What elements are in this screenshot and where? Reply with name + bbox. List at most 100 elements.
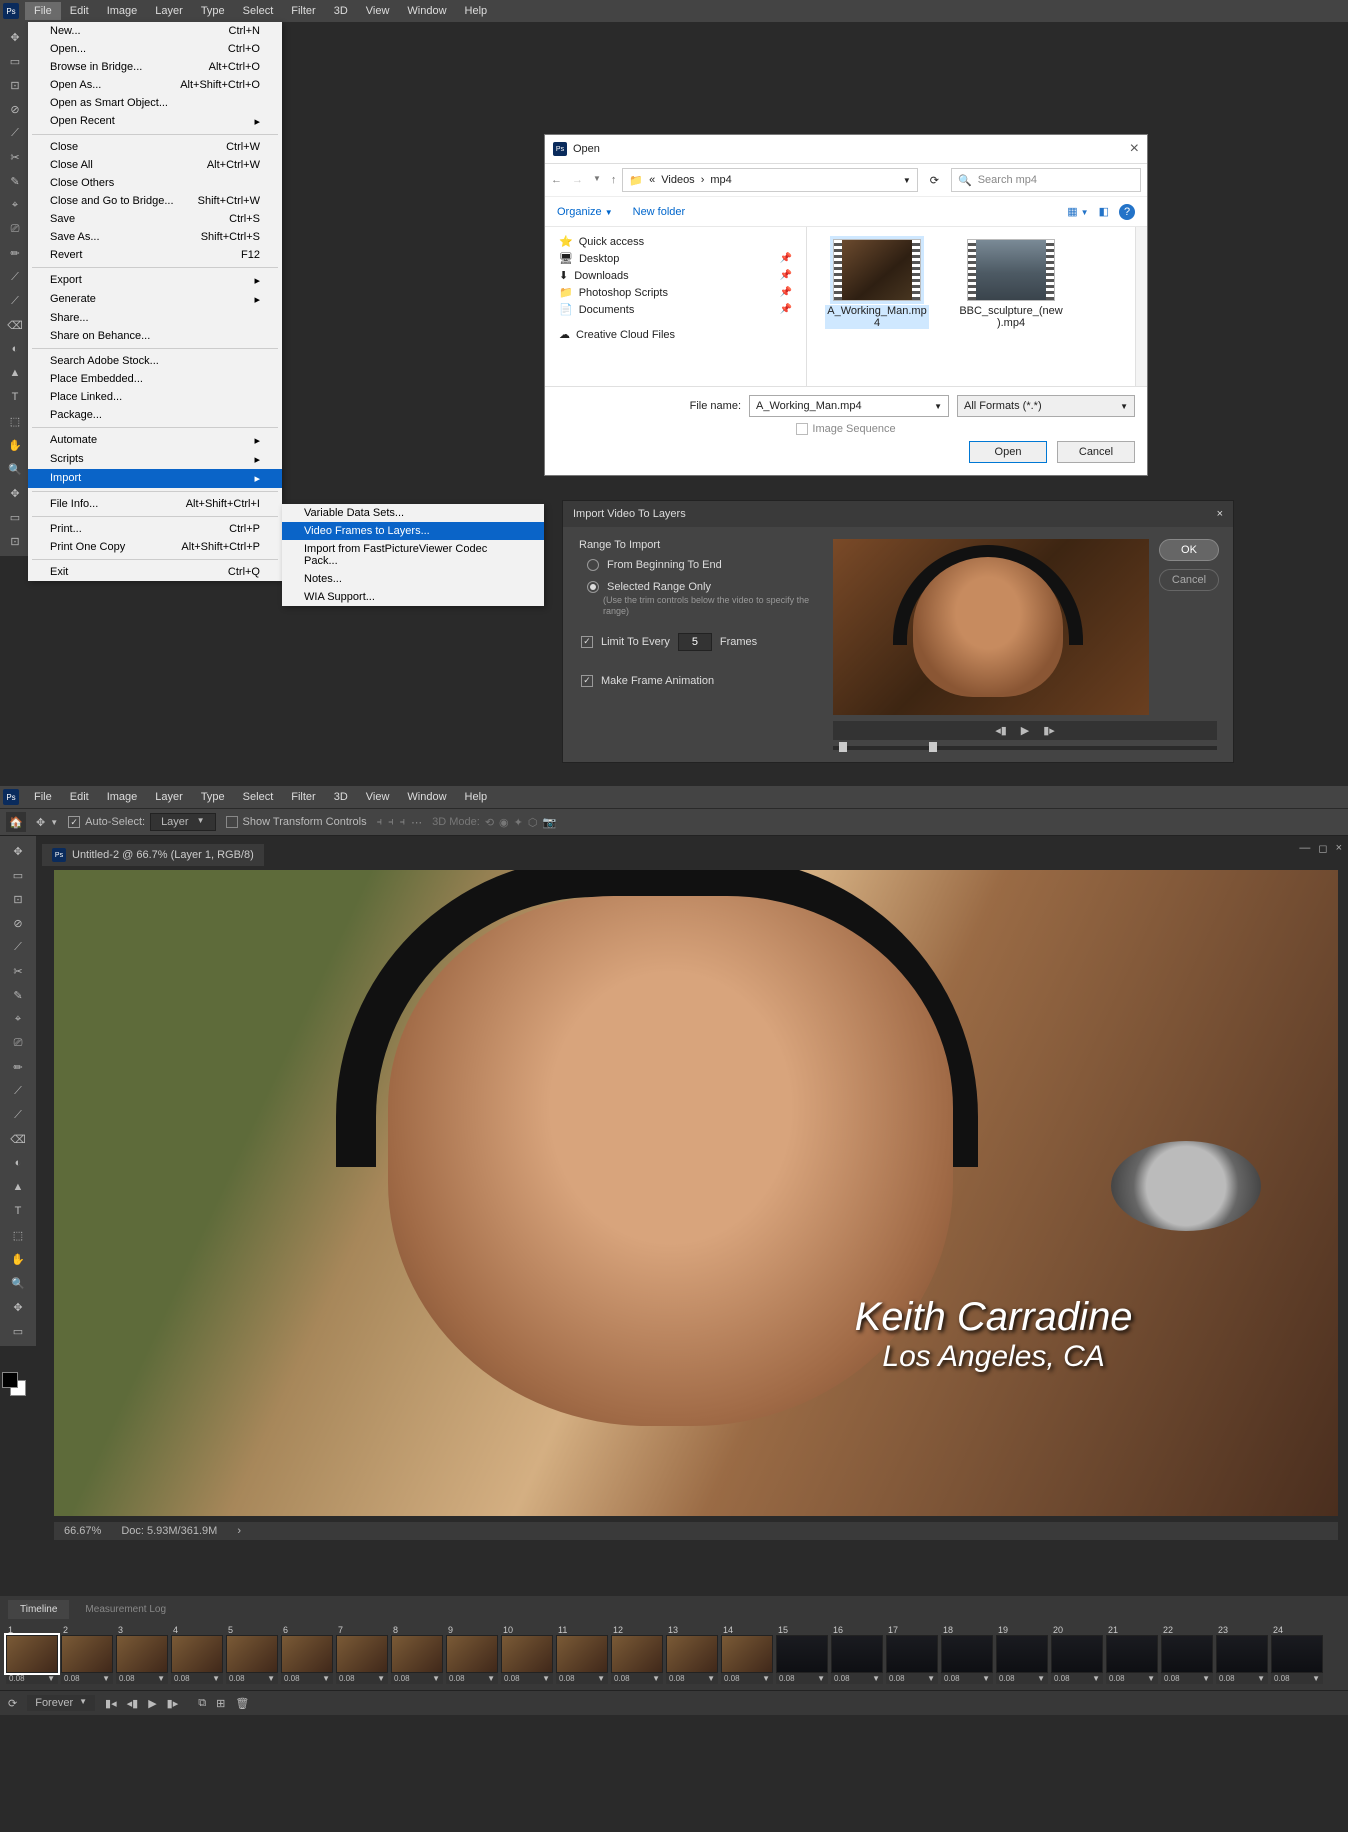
minimize-icon[interactable]: — bbox=[1299, 842, 1310, 855]
view-icon[interactable]: ▦ ▼ bbox=[1067, 205, 1088, 218]
menu-item[interactable]: Place Embedded... bbox=[28, 370, 282, 388]
timeline-frame[interactable]: 220.08▼ bbox=[1161, 1625, 1213, 1684]
menu-item[interactable]: Export▸ bbox=[28, 271, 282, 290]
menu-file[interactable]: File bbox=[25, 2, 61, 20]
radio-from-beginning[interactable]: From Beginning To End bbox=[579, 557, 815, 573]
timeline-frame[interactable]: 90.08▼ bbox=[446, 1625, 498, 1684]
color-chips[interactable] bbox=[2, 1372, 28, 1398]
menu-item[interactable]: Variable Data Sets... bbox=[282, 504, 544, 522]
timeline-frame[interactable]: 140.08▼ bbox=[721, 1625, 773, 1684]
menu-item[interactable]: CloseCtrl+W bbox=[28, 138, 282, 156]
make-animation-checkbox[interactable]: ✓ bbox=[581, 675, 593, 687]
auto-select-dropdown[interactable]: Layer▼ bbox=[150, 813, 215, 831]
refresh-icon[interactable]: ⟳ bbox=[924, 174, 945, 187]
format-select[interactable]: All Formats (*.*)▼ bbox=[957, 395, 1135, 417]
timeline-frame[interactable]: 180.08▼ bbox=[941, 1625, 993, 1684]
tree-item[interactable]: ⭐Quick access bbox=[549, 233, 802, 250]
menu-3d[interactable]: 3D bbox=[325, 2, 357, 20]
timeline-frame[interactable]: 110.08▼ bbox=[556, 1625, 608, 1684]
tool-icon[interactable]: ⎚ bbox=[7, 1032, 29, 1054]
timeline-frame[interactable]: 210.08▼ bbox=[1106, 1625, 1158, 1684]
tool-icon[interactable]: ⌫ bbox=[4, 314, 26, 336]
timeline-frame[interactable]: 10.08▼ bbox=[6, 1625, 58, 1684]
3d-icon[interactable]: 📷 bbox=[542, 816, 556, 829]
tool-icon[interactable]: T bbox=[4, 386, 26, 408]
more-icon[interactable]: ⋯ bbox=[411, 816, 422, 829]
tool-icon[interactable]: ⟋ bbox=[4, 266, 26, 288]
menu-item[interactable]: SaveCtrl+S bbox=[28, 210, 282, 228]
close-icon[interactable]: × bbox=[1336, 842, 1342, 855]
tool-icon[interactable]: ✏ bbox=[7, 1056, 29, 1078]
delete-frame-icon[interactable]: 🗑 bbox=[235, 1697, 249, 1710]
file-tile[interactable]: BBC_sculpture_(new).mp4 bbox=[959, 239, 1063, 329]
first-frame-icon[interactable]: ▮◂ bbox=[105, 1697, 117, 1710]
menu-filter[interactable]: Filter bbox=[282, 2, 324, 20]
menu-window[interactable]: Window bbox=[398, 2, 455, 20]
menu-item[interactable]: RevertF12 bbox=[28, 246, 282, 264]
menu-view[interactable]: View bbox=[357, 788, 399, 806]
menu-item[interactable]: New...Ctrl+N bbox=[28, 22, 282, 40]
prev-frame-icon[interactable]: ◂▮ bbox=[995, 724, 1007, 737]
menu-item[interactable]: Video Frames to Layers... bbox=[282, 522, 544, 540]
home-icon[interactable]: 🏠 bbox=[6, 812, 26, 832]
menu-item[interactable]: Search Adobe Stock... bbox=[28, 352, 282, 370]
menu-item[interactable]: Print One CopyAlt+Shift+Ctrl+P bbox=[28, 538, 282, 556]
menu-item[interactable]: Package... bbox=[28, 406, 282, 424]
timeline-frame[interactable]: 200.08▼ bbox=[1051, 1625, 1103, 1684]
tool-icon[interactable]: ✥ bbox=[4, 26, 26, 48]
prev-frame-icon[interactable]: ◂▮ bbox=[127, 1697, 139, 1710]
tool-icon[interactable]: ✎ bbox=[4, 170, 26, 192]
up-icon[interactable]: ↑ bbox=[611, 174, 617, 186]
tree-item[interactable]: 📁Photoshop Scripts📌 bbox=[549, 284, 802, 301]
search-input[interactable]: 🔍 Search mp4 bbox=[951, 168, 1141, 192]
tool-icon[interactable]: ⊘ bbox=[4, 98, 26, 120]
tab-timeline[interactable]: Timeline bbox=[8, 1600, 69, 1619]
timeline-frame[interactable]: 120.08▼ bbox=[611, 1625, 663, 1684]
tool-icon[interactable]: T bbox=[7, 1200, 29, 1222]
limit-input[interactable] bbox=[678, 633, 712, 651]
menu-item[interactable]: ExitCtrl+Q bbox=[28, 563, 282, 581]
tool-icon[interactable]: 🔍 bbox=[4, 458, 26, 480]
menu-window[interactable]: Window bbox=[398, 788, 455, 806]
menu-item[interactable]: File Info...Alt+Shift+Ctrl+I bbox=[28, 495, 282, 513]
menu-item[interactable]: Open Recent▸ bbox=[28, 112, 282, 131]
menu-type[interactable]: Type bbox=[192, 788, 234, 806]
tool-icon[interactable]: ⊡ bbox=[4, 530, 26, 552]
next-frame-icon[interactable]: ▮▸ bbox=[1043, 724, 1055, 737]
tool-icon[interactable]: ⊡ bbox=[4, 74, 26, 96]
ok-button[interactable]: OK bbox=[1159, 539, 1219, 561]
menu-item[interactable]: Print...Ctrl+P bbox=[28, 520, 282, 538]
menu-item[interactable]: Automate▸ bbox=[28, 431, 282, 450]
auto-select-checkbox[interactable]: ✓ bbox=[68, 816, 80, 828]
timeline-frame[interactable]: 230.08▼ bbox=[1216, 1625, 1268, 1684]
chevron-right-icon[interactable]: › bbox=[237, 1525, 241, 1537]
tool-icon[interactable]: 🔍 bbox=[7, 1272, 29, 1294]
menu-help[interactable]: Help bbox=[456, 2, 497, 20]
menu-image[interactable]: Image bbox=[98, 788, 147, 806]
3d-icon[interactable]: ◉ bbox=[499, 816, 509, 829]
menu-file[interactable]: File bbox=[25, 788, 61, 806]
organize-button[interactable]: Organize ▼ bbox=[557, 206, 613, 218]
document-tab[interactable]: Ps Untitled-2 @ 66.7% (Layer 1, RGB/8) bbox=[42, 844, 264, 866]
tool-icon[interactable]: ◐ bbox=[4, 338, 26, 360]
menu-item[interactable]: Generate▸ bbox=[28, 290, 282, 309]
tool-icon[interactable]: ▲ bbox=[4, 362, 26, 384]
loop-select[interactable]: Forever▼ bbox=[27, 1695, 95, 1711]
timeline-frame[interactable]: 30.08▼ bbox=[116, 1625, 168, 1684]
menu-layer[interactable]: Layer bbox=[146, 788, 192, 806]
path-input[interactable]: 📁 « Videos › mp4 ▼ bbox=[622, 168, 917, 192]
menu-item[interactable]: Close AllAlt+Ctrl+W bbox=[28, 156, 282, 174]
tool-icon[interactable]: ⎚ bbox=[4, 218, 26, 240]
menu-help[interactable]: Help bbox=[456, 788, 497, 806]
tool-icon[interactable]: ▭ bbox=[4, 506, 26, 528]
timeline-frame[interactable]: 100.08▼ bbox=[501, 1625, 553, 1684]
tool-icon[interactable]: ⟋ bbox=[7, 1104, 29, 1126]
close-icon[interactable]: × bbox=[1130, 140, 1139, 158]
zoom-level[interactable]: 66.67% bbox=[64, 1525, 101, 1537]
tab-measurement-log[interactable]: Measurement Log bbox=[73, 1600, 178, 1619]
timeline-frame[interactable]: 40.08▼ bbox=[171, 1625, 223, 1684]
timeline-frame[interactable]: 190.08▼ bbox=[996, 1625, 1048, 1684]
file-menu-dropdown[interactable]: New...Ctrl+NOpen...Ctrl+OBrowse in Bridg… bbox=[28, 22, 282, 581]
menu-type[interactable]: Type bbox=[192, 2, 234, 20]
open-button[interactable]: Open bbox=[969, 441, 1047, 463]
